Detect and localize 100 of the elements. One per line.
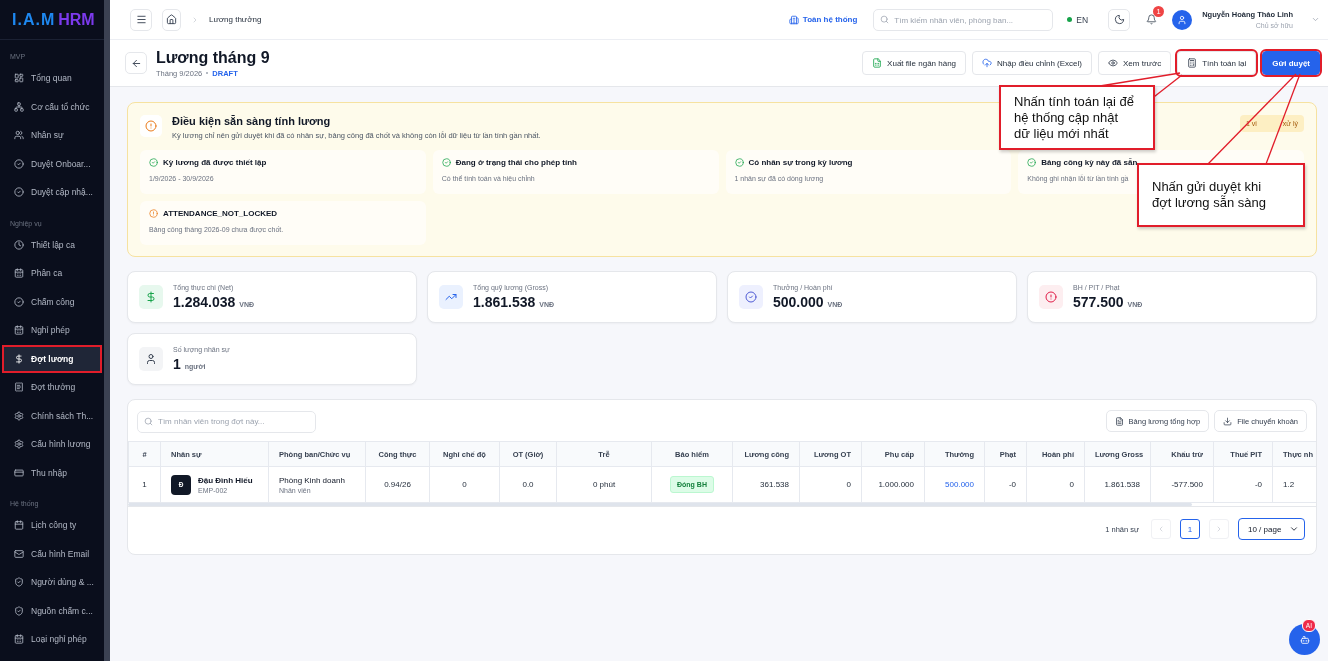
check-title: ATTENDANCE_NOT_LOCKED [149, 209, 278, 218]
sidebar-item[interactable]: Chấm công [2, 287, 102, 316]
sidebar-item[interactable]: Cơ cấu tổ chức [2, 92, 102, 121]
chevron-icon [191, 15, 199, 24]
dollar-icon [139, 285, 163, 309]
download-icon [1223, 416, 1233, 426]
home-button[interactable] [162, 8, 181, 31]
cell-text: 0.0 [522, 480, 534, 489]
cell-text: 1 [142, 480, 147, 489]
scope-link[interactable]: Toàn hệ thống [788, 14, 858, 25]
eye-icon [1108, 58, 1118, 68]
upload-icon [982, 58, 993, 68]
sidebar-item[interactable]: Nhân sự [2, 121, 102, 150]
sidebar-item[interactable]: Nguồn chấm c... [2, 596, 102, 625]
cell-text: -0 [1008, 480, 1016, 489]
check-circle-icon [14, 187, 24, 198]
stat-value: 1.861.538 [473, 294, 536, 310]
cell-text: 0 phút [592, 480, 616, 489]
page-size-select[interactable]: 10 / page [1238, 518, 1305, 540]
spreadsheet-icon [872, 58, 883, 68]
alert-icon [149, 209, 158, 218]
sidebar-item[interactable]: Phân ca [2, 259, 102, 288]
sidebar-item[interactable]: Cấu hình lương [2, 430, 102, 459]
trending-up-icon [439, 285, 463, 309]
employee-name: Đậu Đình Hiếu [198, 475, 253, 485]
page-title: Lương tháng 9 [156, 48, 270, 67]
bell-icon [1145, 14, 1157, 25]
sidebar-item[interactable]: Tổng quan [2, 64, 102, 93]
sidebar-item[interactable]: Thiết lập ca [2, 230, 102, 259]
sidebar-item[interactable]: Chính sách Th... [2, 401, 102, 430]
stat-value: 1.284.038 [173, 294, 236, 310]
check-title: Đang ở trạng thái cho phép tính [441, 158, 577, 167]
cell-text: 0 [1069, 480, 1074, 489]
sidebar-item[interactable]: Loại nghỉ phép [2, 625, 102, 654]
panel-title: Điều kiện sẵn sàng tính lương [172, 115, 332, 127]
action-button[interactable]: Xem trước [1098, 51, 1172, 75]
warning-icon [140, 115, 162, 137]
card-icon [14, 467, 24, 478]
breadcrumb[interactable]: Lương thưởng [209, 15, 262, 24]
callout-note: Nhấn gửi duyệt khi đợt lương sẵn sàng [1137, 163, 1305, 227]
menu-icon [135, 14, 147, 25]
home-icon [166, 14, 177, 25]
logo-text: I.A.M [12, 10, 56, 29]
action-button[interactable]: Gửi duyệt [1262, 51, 1320, 75]
search-field[interactable]: Tìm nhân viên trong đợt này... [137, 410, 316, 433]
stat-value: 1 [173, 356, 181, 372]
document-icon [1114, 416, 1124, 426]
mail-icon [14, 548, 24, 559]
alert-icon [1039, 285, 1063, 309]
chevron-right-icon [1215, 525, 1223, 533]
cell-text: -577.500 [1171, 480, 1203, 489]
sidebar-item[interactable]: Đợt thưởng [2, 373, 102, 402]
avatar[interactable] [1172, 9, 1193, 30]
back-icon [130, 57, 142, 69]
department-name: Phòng Kinh doanh [279, 475, 346, 485]
check-circle-icon [441, 158, 451, 167]
back-button[interactable] [125, 52, 147, 74]
horizontal-scrollbar[interactable] [128, 503, 1192, 506]
moon-icon [1113, 14, 1125, 25]
check-circle-icon [734, 158, 744, 167]
bot-icon [1299, 634, 1310, 645]
sidebar-item[interactable]: Thu nhập [2, 458, 102, 487]
action-button[interactable]: Xuất file ngân hàng [862, 51, 967, 75]
language-switch[interactable]: EN [1067, 14, 1089, 25]
chevron-down-icon [1289, 524, 1299, 534]
sidebar-item[interactable]: Lịch công ty [2, 511, 102, 540]
org-chart-icon [14, 101, 24, 112]
sidebar-item[interactable]: Người dùng & ... [2, 568, 102, 597]
dollar-icon [14, 353, 24, 364]
sidebar-item[interactable]: Duyệt Onboar... [2, 149, 102, 178]
cell-text: 0 [462, 480, 467, 489]
cell-text: 0 [846, 480, 851, 489]
dashboard-icon [14, 73, 24, 84]
callout-note: Nhấn tính toán lại để hệ thống cập nhật dữ liệu mới nhất [999, 85, 1155, 150]
action-button[interactable]: Tính toán lại [1177, 51, 1257, 75]
shield-icon [14, 577, 24, 588]
sidebar-item[interactable]: Duyệt cập nhậ... [2, 178, 102, 207]
sidebar-item[interactable]: Đợt lương [2, 344, 102, 373]
calendar-icon [14, 325, 24, 336]
sidebar-item[interactable]: Cấu hình Email [2, 539, 102, 568]
search-icon [144, 416, 153, 426]
page-button[interactable]: 1 [1180, 519, 1200, 539]
cell-text: -0 [1254, 480, 1262, 489]
action-button[interactable]: Nhập điều chỉnh (Excel) [972, 51, 1092, 75]
settings-icon [14, 439, 24, 450]
search-field[interactable]: Tìm kiếm nhân viên, phòng ban... [873, 9, 1054, 31]
theme-button[interactable] [1108, 8, 1131, 31]
building-icon [788, 14, 799, 25]
stat-value: 500.000 [773, 294, 824, 310]
shield-icon [14, 605, 24, 616]
bonus-link[interactable]: 500.000 [945, 480, 974, 489]
people-icon [14, 130, 24, 141]
cell-text: 1.000.000 [878, 480, 914, 489]
menu-button[interactable] [130, 8, 152, 31]
logo-text: HRM [58, 10, 95, 29]
check-title: Kỳ lương đã được thiết lập [149, 158, 267, 167]
receipt-icon [14, 382, 24, 393]
sidebar-item[interactable]: Nghỉ phép [2, 316, 102, 345]
cell-text: 1.2 [1283, 480, 1295, 489]
check-circle-icon [149, 158, 158, 167]
